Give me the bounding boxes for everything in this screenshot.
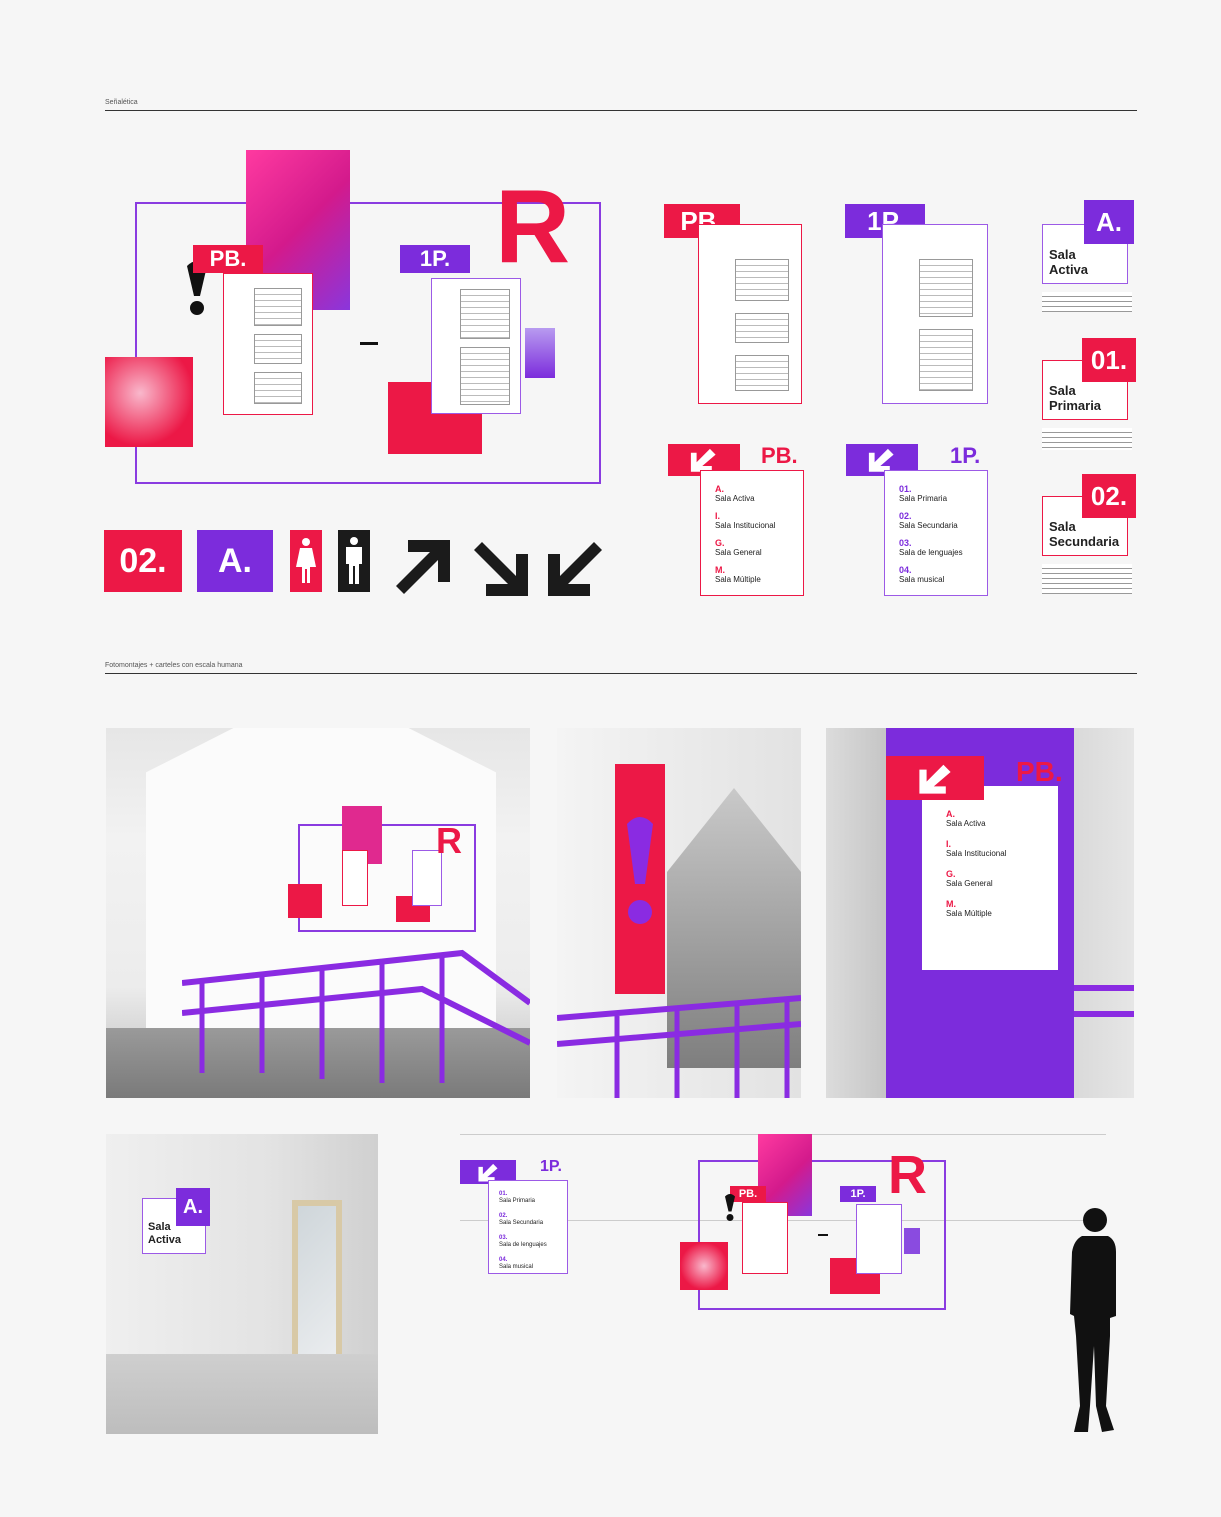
railing [1074,985,1134,1017]
1p-tag: 1P. [840,1186,876,1202]
pb-tag: PB. [193,245,263,273]
exclamation-icon [627,817,653,924]
woman-icon [296,538,316,583]
letter-sign: A. [197,530,273,592]
dash [818,1234,828,1236]
exclamation-icon [725,1194,735,1221]
room-item: 01. Sala Primaria [899,484,948,504]
pb-sign-panel [698,224,802,404]
list-block [735,355,789,391]
1p-sign-panel [882,224,988,404]
big-letter-r: R [888,1145,927,1205]
room-item: I. Sala Institucional [946,839,1007,859]
pb-label: PB. [761,443,798,468]
list-block [254,288,302,326]
mini-letter-r: R [436,820,462,861]
mini-panel [342,850,368,906]
pillar-arrow-tag [886,756,984,800]
women-restroom-sign [290,530,322,592]
purple-photo [904,1228,920,1254]
arrow-down-left-icon [478,1163,498,1182]
section-label-photomontage: Fotomontajes + carteles con escala human… [105,662,243,669]
room-item: 01. Sala Primaria [499,1191,536,1204]
room-card-code: A. [1084,200,1134,244]
1p-label: 1P. [950,443,981,468]
card-caption [1042,564,1132,594]
pb-panel [223,273,313,415]
scale-rooms-panel: 01. Sala Primaria 02. Sala Secundaria 03. S… [488,1180,568,1274]
arrow-down-right-icon [474,542,528,596]
photo-pillar: A. Sala Activa I. Sala Institucional G. Sal… [826,728,1134,1098]
room-item: 03. Sala de lenguajes [499,1235,547,1248]
list-block [460,347,510,405]
list-block [735,313,789,343]
dash [360,342,378,345]
room-card-name: Sala Activa [1049,247,1089,277]
purple-photo [525,328,555,378]
section-divider [105,673,1137,674]
arrow-up-right-icon [396,540,450,594]
room-item: G. Sala General [946,869,993,889]
room-item: M. Sala Múltiple [715,565,761,585]
room-item: 04. Sala musical [499,1257,534,1270]
room-item: A. Sala Activa [946,809,986,829]
list-block [919,259,973,317]
1p-rooms-list: 01. Sala Primaria 02. Sala Secundaria 03. S… [899,484,979,585]
photo-hallway: R [106,728,530,1098]
room-item: G. Sala General [715,538,762,558]
wall-directory: PB. 1P. R [105,150,605,490]
room-item: 02. Sala Secundaria [499,1213,544,1226]
card-caption [1042,292,1132,312]
men-restroom-sign [338,530,370,592]
photo-panel [105,357,193,447]
section-label-signage: Señalética [105,99,138,106]
mini-photo [288,884,322,918]
scale-1p-label: 1P. [540,1158,562,1175]
photo-panel [680,1242,728,1290]
list-block [254,334,302,364]
1p-panel [431,278,521,414]
photo-floor [106,1354,378,1434]
human-silhouette-icon [1070,1208,1116,1432]
arrow-down-left-icon [548,542,602,596]
scale-directory: PB. 1P. R [680,1134,946,1312]
section-divider [105,110,1137,111]
number-sign: 02. [104,530,182,592]
railing [557,995,801,1098]
hanging-banner [615,764,665,994]
ramp-railing [182,949,530,1083]
room-cards: Sala Activa A. Sala Primaria 01. Sala Se… [1042,200,1138,600]
room-item: 02. Sala Secundaria [899,511,958,531]
arrow-down-left-icon [919,764,951,794]
card-caption [1042,428,1132,450]
scale-rooms-list: 01. Sala Primaria 02. Sala Secundaria 03. S… [499,1191,565,1271]
list-block [254,372,302,404]
list-block [735,259,789,301]
room-card-code: 01. [1082,338,1136,382]
pillar-sign-panel: A. Sala Activa I. Sala Institucional G. Sal… [922,786,1058,970]
room-item: I. Sala Institucional [715,511,776,531]
1p-rooms-panel: 01. Sala Primaria 02. Sala Secundaria 03. S… [884,470,988,596]
pillar-rooms-list: A. Sala Activa I. Sala Institucional G. Sal… [946,809,1046,919]
room-card-name: Sala Secundaria [1049,519,1120,549]
room-item: 04. Sala musical [899,565,945,585]
photo-room: Sala Activa A. [106,1134,378,1434]
room-card-code: 02. [1082,474,1136,518]
1p-panel [856,1204,902,1274]
pb-rooms-panel: A. Sala Activa I. Sala Institucional G. Sal… [700,470,804,596]
list-block [460,289,510,339]
pb-rooms-list: A. Sala Activa I. Sala Institucional G. Sal… [715,484,795,585]
big-letter-r: R [495,169,571,285]
room-item: 03. Sala de lenguajes [899,538,963,558]
room-card-name: Sala Primaria [1049,383,1102,413]
man-icon [346,537,362,584]
1p-tag: 1P. [400,245,470,273]
pillar-pb-label: PB. [1016,756,1063,787]
list-block [919,329,973,391]
room-item: A. Sala Activa [715,484,755,504]
pb-panel [742,1202,788,1274]
wall-room-code: A. [176,1188,210,1226]
room-item: M. Sala Múltiple [946,899,992,919]
photo-banner [557,728,801,1098]
